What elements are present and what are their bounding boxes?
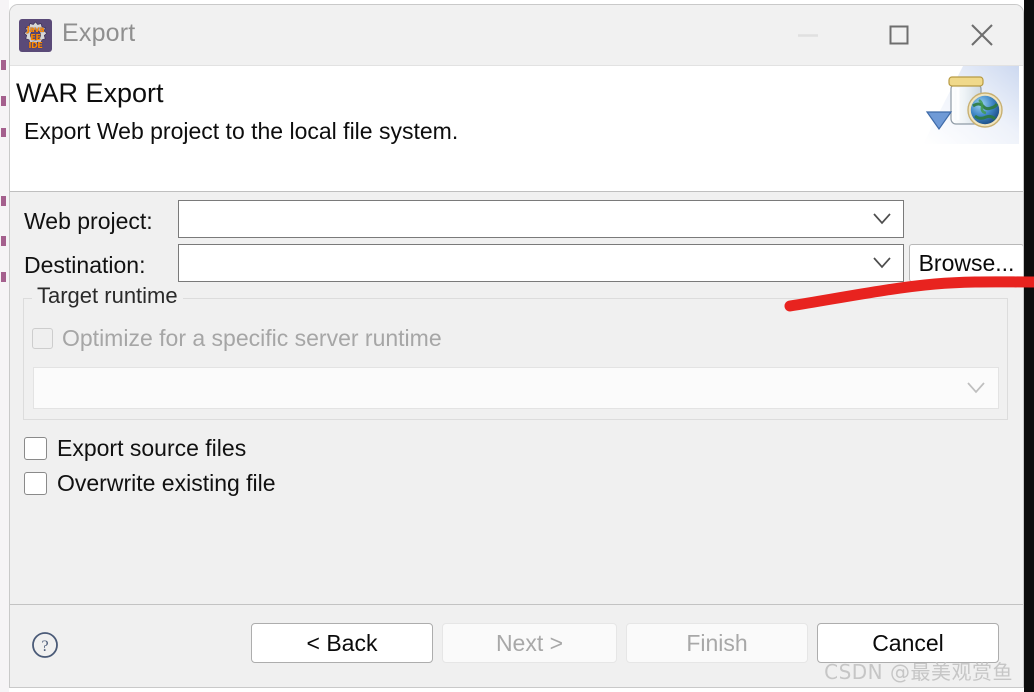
web-project-combo[interactable] xyxy=(178,200,904,238)
watermark: CSDN @最美观赏鱼 xyxy=(824,660,1013,684)
background-artifact xyxy=(1,96,6,106)
optimize-runtime-checkbox[interactable] xyxy=(32,328,53,349)
target-runtime-group: Target runtime Optimize for a specific s… xyxy=(23,283,1008,420)
title-bar[interactable]: Java EE IDE Export xyxy=(10,5,1023,66)
wizard-footer: ? < Back Next > Finish Cancel CSDN @最美观赏… xyxy=(10,604,1023,687)
wizard-header: WAR Export Export Web project to the loc… xyxy=(10,66,1023,192)
maximize-button[interactable] xyxy=(867,5,931,65)
background-artifact xyxy=(1,128,6,137)
background-artifact xyxy=(1,60,6,70)
background-right-gutter xyxy=(1024,0,1034,692)
svg-text:?: ? xyxy=(41,638,48,655)
java-ee-ide-icon: Java EE IDE xyxy=(19,19,52,52)
background-artifact xyxy=(1,236,6,246)
finish-button[interactable]: Finish xyxy=(626,623,808,663)
target-runtime-legend: Target runtime xyxy=(32,283,183,309)
icon-badge-line1: Java EE xyxy=(26,25,45,42)
icon-badge-line2: IDE xyxy=(28,41,43,50)
chevron-down-icon xyxy=(967,382,985,394)
minimize-icon xyxy=(798,34,818,37)
optimize-runtime-checkbox-row[interactable]: Optimize for a specific server runtime xyxy=(32,325,442,352)
wizard-body: Web project: Destination: Browse... Targ… xyxy=(10,192,1023,604)
page-description: Export Web project to the local file sys… xyxy=(24,118,459,144)
chevron-down-icon xyxy=(873,257,891,269)
optimize-runtime-label: Optimize for a specific server runtime xyxy=(62,325,442,351)
chevron-down-icon xyxy=(873,213,891,225)
war-export-jar-globe-icon xyxy=(923,66,1019,144)
target-runtime-combo[interactable] xyxy=(33,367,999,409)
window-title: Export xyxy=(62,19,136,47)
web-project-label: Web project: xyxy=(24,208,153,234)
export-dialog: Java EE IDE Export WAR Export Export Web… xyxy=(9,4,1024,688)
background-artifact xyxy=(1,196,6,206)
help-icon[interactable]: ? xyxy=(30,630,60,660)
destination-label: Destination: xyxy=(24,252,146,278)
maximize-icon xyxy=(889,25,909,45)
overwrite-existing-file-checkbox[interactable] xyxy=(24,472,47,495)
overwrite-existing-file-row[interactable]: Overwrite existing file xyxy=(24,470,276,497)
export-source-files-checkbox[interactable] xyxy=(24,437,47,460)
background-artifact xyxy=(1,272,6,282)
destination-combo[interactable] xyxy=(178,244,904,282)
browse-button[interactable]: Browse... xyxy=(909,244,1023,282)
next-button[interactable]: Next > xyxy=(442,623,617,663)
minimize-button[interactable] xyxy=(776,5,840,65)
export-source-files-row[interactable]: Export source files xyxy=(24,435,246,462)
overwrite-existing-file-label: Overwrite existing file xyxy=(57,470,276,496)
close-button[interactable] xyxy=(950,5,1014,65)
close-icon xyxy=(971,24,993,46)
back-button[interactable]: < Back xyxy=(251,623,433,663)
java-ee-ide-icon-label: Java EE IDE xyxy=(21,26,50,50)
export-source-files-label: Export source files xyxy=(57,435,247,461)
page-title: WAR Export xyxy=(16,78,164,108)
